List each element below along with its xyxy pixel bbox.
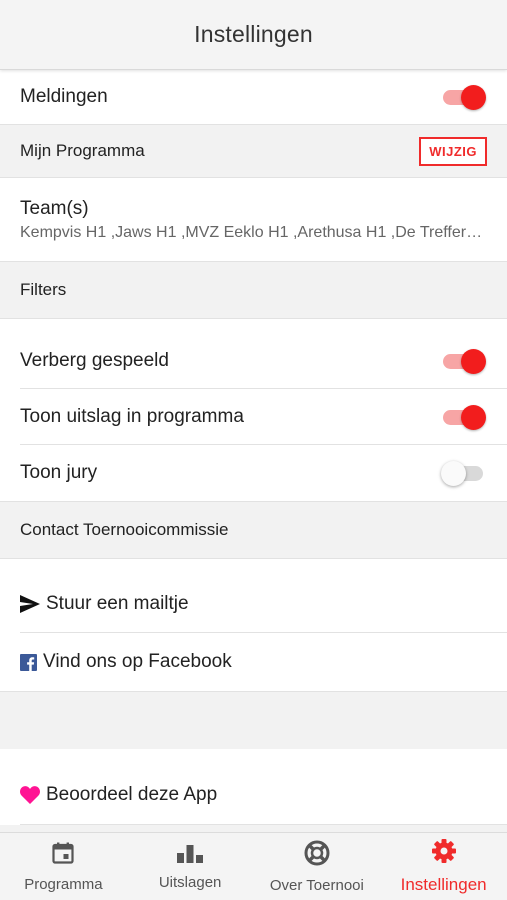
toggle-knob [441,461,466,486]
facebook-icon [20,653,37,671]
filter-label: Toon jury [20,462,98,483]
teams-value: Kempvis H1 ,Jaws H1 ,MVZ Eeklo H1 ,Areth… [20,223,485,241]
tab-label: Programma [24,875,103,893]
heart-icon [20,786,40,804]
calendar-icon [51,841,75,870]
bar-chart-icon [176,843,204,868]
filter-label: Verberg gespeeld [20,350,169,371]
tab-instellingen[interactable]: Instellingen [380,833,507,900]
toggle-knob [461,85,486,110]
tab-uitslagen[interactable]: Uitslagen [127,833,254,900]
settings-content[interactable]: Meldingen Mijn Programma WIJZIG Team(s) … [0,70,507,832]
mail-label: Stuur een mailtje [46,593,189,614]
teams-row[interactable]: Team(s) Kempvis H1 ,Jaws H1 ,MVZ Eeklo H… [0,178,507,262]
toggle-knob [461,405,486,430]
edit-program-button[interactable]: WIJZIG [419,136,487,166]
filter-row-show-jury: Toon jury [0,445,507,502]
life-ring-icon [304,840,330,871]
facebook-row[interactable]: Vind ons op Facebook [0,633,507,692]
hide-played-toggle[interactable] [441,348,487,374]
rate-row-content: Beoordeel deze App [20,784,217,806]
toggle-knob [461,349,486,374]
tab-over-toernooi[interactable]: Over Toernooi [254,833,381,900]
page-title: Instellingen [194,21,313,47]
mail-row-content: Stuur een mailtje [20,593,189,615]
contact-section-title: Contact Toernooicommissie [20,520,229,539]
filter-row-hide-played: Verberg gespeeld [0,319,507,389]
my-program-section-title: Mijn Programma [20,141,145,160]
mail-row[interactable]: Stuur een mailtje [0,559,507,633]
send-icon [20,595,40,613]
tab-label: Uitslagen [158,873,222,891]
contact-section-header: Contact Toernooicommissie [0,502,507,559]
bottom-tab-bar: Programma Uitslagen Over Toernooi Instel… [0,832,507,900]
show-result-toggle[interactable] [441,404,487,430]
notifications-toggle[interactable] [441,84,487,110]
notifications-row: Meldingen [0,70,507,125]
facebook-row-content: Vind ons op Facebook [20,651,232,673]
filter-row-show-result: Toon uitslag in programma [0,389,507,445]
rate-app-row[interactable]: Beoordeel deze App [0,749,507,825]
facebook-label: Vind ons op Facebook [43,651,232,672]
tab-label: Over Toernooi [269,876,364,894]
my-program-section-header: Mijn Programma WIJZIG [0,125,507,178]
tab-label: Instellingen [400,875,487,894]
teams-label: Team(s) [20,197,89,219]
rate-label: Beoordeel deze App [46,784,218,805]
filters-section-title: Filters [20,280,67,299]
gear-icon [431,838,457,869]
show-jury-toggle[interactable] [441,460,487,486]
notifications-label: Meldingen [20,86,108,107]
filters-section-header: Filters [0,262,507,319]
tab-programma[interactable]: Programma [0,833,127,900]
filter-label: Toon uitslag in programma [20,406,244,427]
app-header: Instellingen [0,0,507,70]
spacer-section [0,692,507,749]
